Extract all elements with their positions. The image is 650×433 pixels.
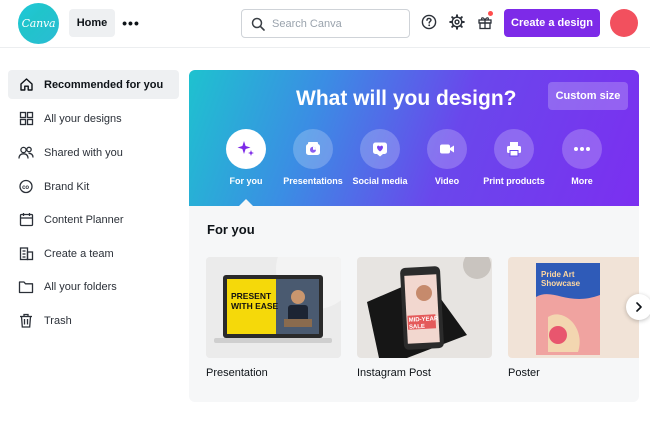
sidebar-item-label: Shared with you [44, 146, 123, 159]
sidebar-item-brand-kit[interactable]: co Brand Kit [8, 172, 179, 201]
category-label: Presentations [283, 176, 343, 186]
folder-icon [17, 278, 35, 296]
hero-title: What will you design? [296, 87, 517, 110]
category-label: Print products [483, 176, 545, 186]
brand-kit-icon: co [17, 178, 35, 196]
active-category-indicator [239, 199, 253, 206]
thumb-text: Showcase [541, 279, 581, 288]
sidebar: Recommended for you All your designs Sha… [0, 48, 185, 433]
card-label: Instagram Post [357, 367, 431, 379]
thumb-text: PRESENT [231, 291, 272, 301]
thumb-text: Pride Art [541, 270, 575, 279]
gift-icon[interactable] [476, 11, 494, 31]
grid-icon [17, 110, 35, 128]
sidebar-item-label: Create a team [44, 247, 114, 260]
section-title: For you [207, 222, 255, 237]
search-input[interactable] [272, 15, 402, 33]
search-box[interactable] [241, 9, 410, 38]
sidebar-item-trash[interactable]: Trash [8, 306, 179, 335]
calendar-icon [17, 211, 35, 229]
custom-size-button[interactable]: Custom size [548, 82, 628, 110]
avatar[interactable] [610, 9, 638, 37]
more-icon [562, 129, 602, 169]
category-label: For you [229, 176, 263, 186]
more-menu-button[interactable]: ••• [120, 9, 142, 37]
category-label: Social media [352, 176, 408, 186]
sidebar-item-label: All your folders [44, 280, 117, 293]
sidebar-item-label: Brand Kit [44, 180, 90, 193]
presentation-thumbnail: PRESENT WITH EASE [206, 257, 341, 358]
card-label: Poster [508, 367, 540, 379]
hero-banner: What will you design? Custom size For yo… [189, 70, 639, 206]
top-bar: Canva Home ••• Search Canva Create a des… [0, 0, 650, 48]
sidebar-item-folders[interactable]: All your folders [8, 272, 179, 301]
sidebar-item-recommended[interactable]: Recommended for you [8, 70, 179, 99]
design-card-instagram-post[interactable]: MID-YEAR SALE Instagram Post [357, 257, 492, 379]
category-label: More [571, 176, 593, 186]
category-print-products[interactable]: Print products [478, 129, 550, 186]
poster-thumbnail: Pride Art Showcase [508, 257, 639, 358]
category-for-you[interactable]: For you [210, 129, 282, 186]
home-icon [17, 76, 35, 94]
sidebar-item-shared[interactable]: Shared with you [8, 138, 179, 167]
category-presentations[interactable]: Presentations [277, 129, 349, 186]
category-more[interactable]: More [546, 129, 618, 186]
sidebar-item-all-designs[interactable]: All your designs [8, 104, 179, 133]
category-label: Video [434, 176, 460, 186]
svg-text:co: co [22, 185, 29, 191]
thumb-text: SALE [409, 324, 425, 331]
sidebar-item-label: Trash [44, 314, 72, 327]
sidebar-item-create-team[interactable]: Create a team [8, 239, 179, 268]
instagram-thumbnail: MID-YEAR SALE [357, 257, 492, 358]
search-icon [251, 17, 265, 31]
create-design-button[interactable]: Create a design [504, 9, 600, 37]
category-social-media[interactable]: Social media [344, 129, 416, 186]
sidebar-item-label: Content Planner [44, 213, 124, 226]
presentation-icon [293, 129, 333, 169]
people-icon [17, 144, 35, 162]
design-card-poster[interactable]: Pride Art Showcase Poster [508, 257, 639, 379]
chevron-right-icon [636, 302, 642, 312]
settings-icon[interactable] [448, 13, 466, 31]
printer-icon [494, 129, 534, 169]
video-icon [427, 129, 467, 169]
sidebar-item-label: Recommended for you [44, 78, 164, 91]
sidebar-item-content-planner[interactable]: Content Planner [8, 205, 179, 234]
design-card-presentation[interactable]: PRESENT WITH EASE Presentation [206, 257, 341, 379]
home-button[interactable]: Home [69, 9, 115, 37]
notification-dot [488, 11, 493, 16]
thumb-text: WITH EASE [231, 301, 279, 311]
logo-text: Canva [21, 17, 56, 30]
carousel-next-button[interactable] [626, 294, 650, 320]
trash-icon [17, 312, 35, 330]
help-icon[interactable] [420, 13, 438, 31]
team-icon [17, 245, 35, 263]
card-label: Presentation [206, 367, 268, 379]
sidebar-item-label: All your designs [44, 112, 122, 125]
category-video[interactable]: Video [411, 129, 483, 186]
canva-logo[interactable]: Canva [18, 3, 59, 44]
main-panel: What will you design? Custom size For yo… [189, 70, 639, 402]
heart-icon [360, 129, 400, 169]
sparkle-icon [226, 129, 266, 169]
